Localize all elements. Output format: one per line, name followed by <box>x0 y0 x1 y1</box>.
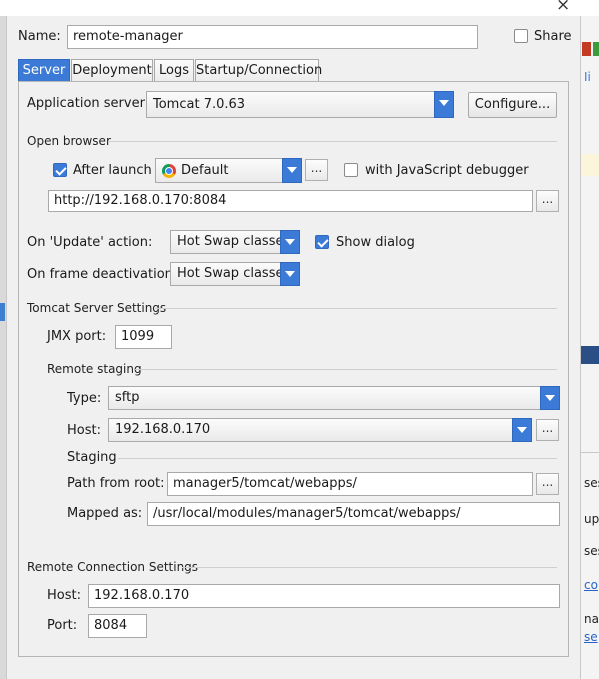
remote-host-input[interactable]: 192.168.0.170 <box>88 584 560 608</box>
chevron-down-icon <box>540 386 560 410</box>
chrome-icon <box>162 164 176 178</box>
after-launch-checkbox[interactable] <box>53 163 67 177</box>
chevron-down-icon <box>434 91 454 118</box>
browser-value: Default <box>181 163 229 178</box>
app-server-label: Application server: <box>27 96 150 111</box>
on-update-select[interactable]: Hot Swap classes <box>170 230 300 254</box>
staging-host-label: Host: <box>67 423 101 438</box>
share-label: Share <box>534 29 572 44</box>
chevron-down-icon <box>280 230 300 254</box>
remote-host-label: Host: <box>47 588 81 603</box>
on-frame-value: Hot Swap classes <box>177 266 291 281</box>
share-checkbox[interactable] <box>514 29 528 43</box>
browser-select[interactable]: Default <box>155 158 302 183</box>
section-divider <box>182 567 557 568</box>
type-select[interactable]: sftp <box>108 386 560 410</box>
staging-host-select[interactable]: 192.168.0.170 <box>108 418 532 442</box>
right-pane-divider <box>581 452 599 453</box>
right-pane-text: nag <box>584 612 599 626</box>
chevron-down-icon <box>280 262 300 286</box>
green-icon <box>593 42 599 56</box>
type-value: sftp <box>115 390 140 405</box>
app-server-value: Tomcat 7.0.63 <box>153 97 246 112</box>
tab-deployment[interactable]: Deployment <box>71 59 153 81</box>
open-browser-section-title: Open browser <box>27 134 111 148</box>
tab-server[interactable]: Server <box>18 59 70 81</box>
section-divider <box>155 308 557 309</box>
right-pane-link[interactable]: se <box>584 630 598 644</box>
staging-host-value: 192.168.0.170 <box>115 422 211 437</box>
on-frame-select[interactable]: Hot Swap classes <box>170 262 300 286</box>
section-divider <box>118 458 557 459</box>
right-pane-highlight <box>581 154 599 176</box>
right-pane-selected-row <box>581 346 599 364</box>
js-debugger-checkbox[interactable] <box>344 163 358 177</box>
tab-logs[interactable]: Logs <box>154 59 194 81</box>
type-label: Type: <box>67 391 102 406</box>
right-background-pane: Ii ses up- ses co nag se <box>580 16 599 679</box>
on-update-value: Hot Swap classes <box>177 234 291 249</box>
tomcat-settings-section-title: Tomcat Server Settings <box>27 301 167 315</box>
show-dialog-checkbox[interactable] <box>315 235 329 249</box>
remote-port-input[interactable]: 8084 <box>88 614 147 638</box>
url-input[interactable]: http://192.168.0.170:8084 <box>48 190 533 212</box>
mapped-as-label: Mapped as: <box>67 506 143 521</box>
right-pane-text: up- <box>584 512 599 526</box>
right-pane-link[interactable]: co <box>584 578 598 592</box>
close-icon[interactable]: × <box>556 0 570 14</box>
tab-startup-connection[interactable]: Startup/Connection <box>195 59 322 81</box>
name-input[interactable]: remote-manager <box>67 25 478 49</box>
chevron-down-icon <box>512 418 532 442</box>
remote-connection-section-title: Remote Connection Settings <box>27 560 199 574</box>
remote-port-label: Port: <box>47 618 78 633</box>
right-pane-text: ses <box>584 544 599 558</box>
left-sidebar-selection <box>0 303 5 321</box>
on-frame-label: On frame deactivation: <box>27 267 178 282</box>
configure-button[interactable]: Configure... <box>468 92 557 118</box>
mapped-as-input[interactable]: /usr/local/modules/manager5/tomcat/webap… <box>147 502 560 526</box>
path-options-button[interactable]: ... <box>536 473 559 495</box>
jmx-port-input[interactable]: 1099 <box>115 325 172 349</box>
name-label: Name: <box>18 29 61 44</box>
staging-host-options-button[interactable]: ... <box>536 419 559 441</box>
staging-subsection-title: Staging <box>67 450 117 465</box>
section-divider <box>135 369 557 370</box>
red-icon <box>582 42 591 56</box>
path-from-root-label: Path from root: <box>67 476 165 491</box>
after-launch-label: After launch <box>73 163 152 178</box>
window-title-bar <box>0 0 599 16</box>
on-update-label: On 'Update' action: <box>27 235 153 250</box>
js-debugger-label: with JavaScript debugger <box>365 163 529 178</box>
right-pane-text: Ii <box>584 70 591 84</box>
chevron-down-icon <box>282 158 302 183</box>
left-sidebar <box>0 16 7 679</box>
show-dialog-label: Show dialog <box>336 235 415 250</box>
browser-options-button[interactable]: ... <box>305 159 328 181</box>
url-options-button[interactable]: ... <box>536 190 559 212</box>
app-server-select[interactable]: Tomcat 7.0.63 <box>146 91 454 118</box>
remote-staging-section-title: Remote staging <box>47 362 142 376</box>
right-pane-text: ses <box>584 476 599 490</box>
path-from-root-input[interactable]: manager5/tomcat/webapps/ <box>167 472 533 496</box>
section-divider <box>108 141 557 142</box>
jmx-port-label: JMX port: <box>47 329 107 344</box>
